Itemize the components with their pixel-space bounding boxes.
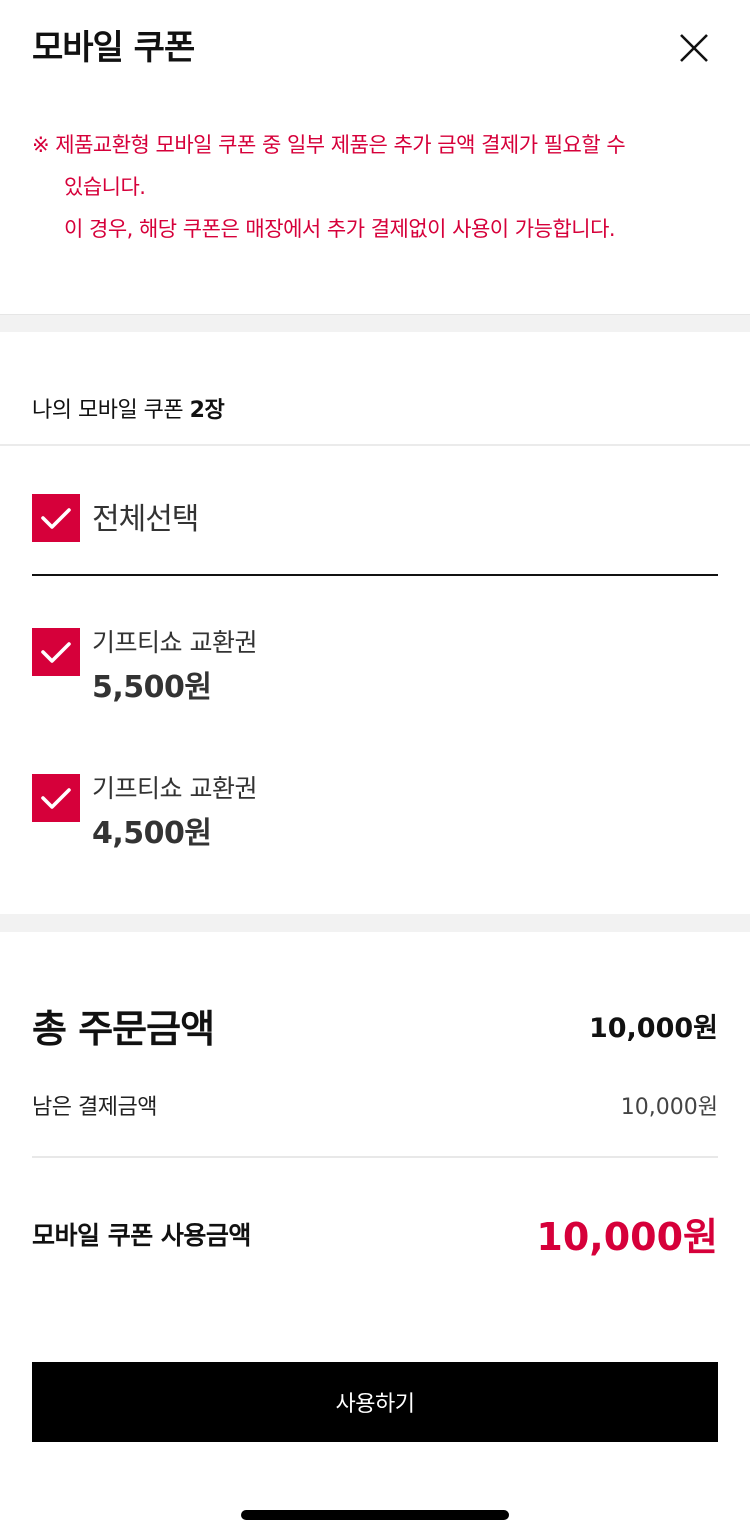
page-title: 모바일 쿠폰 — [32, 28, 195, 68]
home-indicator — [241, 1510, 509, 1520]
check-icon — [41, 788, 71, 809]
section-divider — [0, 314, 750, 332]
coupon-notice: ※ 제품교환형 모바일 쿠폰 중 일부 제품은 추가 금액 결제가 필요할 수 … — [32, 124, 712, 250]
notice-line-2: 있습니다. — [64, 175, 146, 199]
check-icon — [41, 642, 71, 663]
coupon-checkbox-2[interactable] — [32, 774, 80, 822]
coupon-count: 나의 모바일 쿠폰 2장 — [32, 392, 225, 424]
remaining-payment-label: 남은 결제금액 — [32, 1095, 157, 1120]
close-icon[interactable] — [672, 26, 716, 70]
close-button[interactable] — [672, 26, 716, 70]
select-all-label[interactable]: 전체선택 — [92, 494, 199, 538]
coupon-checkbox-1[interactable] — [32, 628, 80, 676]
notice-line-3: 이 경우, 해당 쿠폰은 매장에서 추가 결제없이 사용이 가능합니다. — [64, 217, 616, 241]
section-divider — [0, 914, 750, 932]
notice-line-1: ※ 제품교환형 모바일 쿠폰 중 일부 제품은 추가 금액 결제가 필요할 수 — [32, 133, 626, 157]
coupon-count-value: 2장 — [189, 398, 225, 423]
check-icon — [41, 508, 71, 529]
coupon-name: 기프티쇼 교환권 — [92, 628, 257, 657]
select-all-divider — [32, 574, 718, 576]
divider — [0, 444, 750, 446]
total-order-value: 10,000원 — [588, 1013, 718, 1044]
coupon-use-amount-value: 10,000원 — [536, 1215, 718, 1259]
use-coupon-button[interactable]: 사용하기 — [32, 1362, 718, 1442]
coupon-use-amount-label: 모바일 쿠폰 사용금액 — [32, 1221, 251, 1250]
header: 모바일 쿠폰 — [0, 0, 750, 100]
summary-divider — [32, 1156, 718, 1158]
coupon-count-prefix: 나의 모바일 쿠폰 — [32, 398, 190, 423]
coupon-name: 기프티쇼 교환권 — [92, 774, 257, 803]
remaining-payment-value: 10,000원 — [620, 1095, 718, 1120]
coupon-price: 5,500원 — [92, 670, 212, 705]
coupon-price: 4,500원 — [92, 816, 212, 851]
total-order-label: 총 주문금액 — [32, 1007, 215, 1051]
select-all-checkbox[interactable] — [32, 494, 80, 542]
